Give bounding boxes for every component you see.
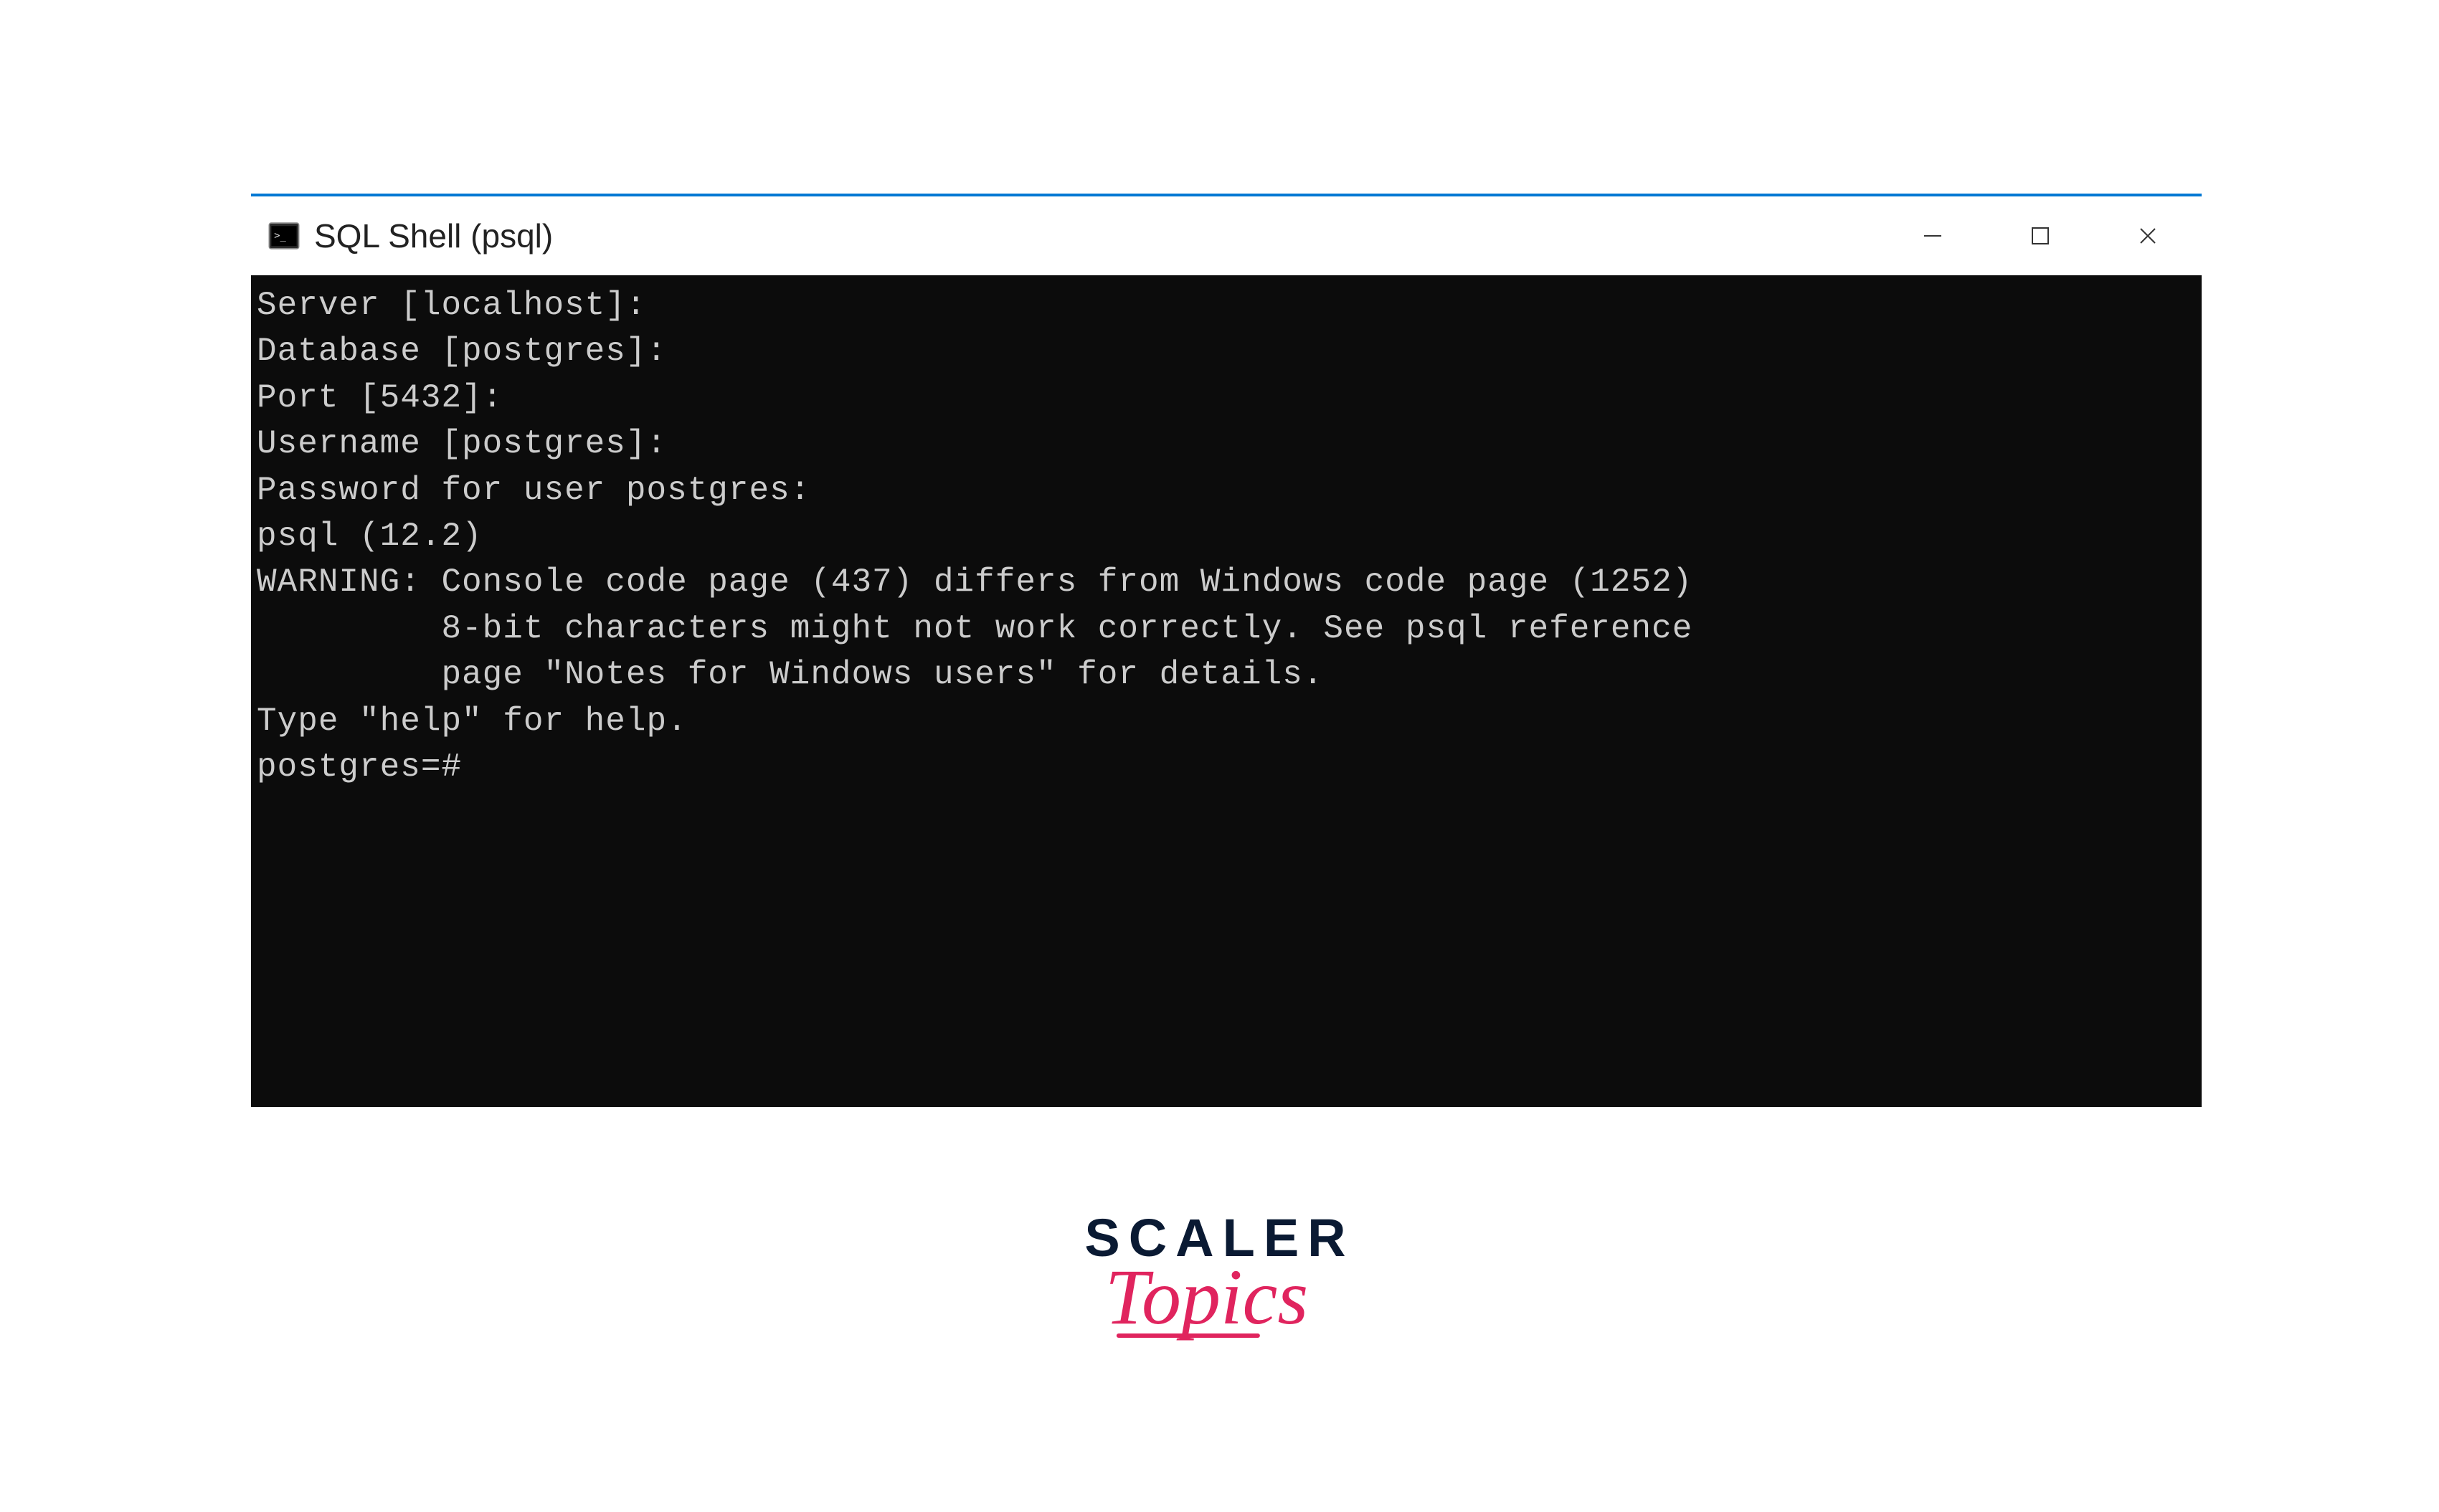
- maximize-button[interactable]: [1986, 196, 2094, 275]
- terminal-output[interactable]: Server [localhost]:Database [postgres]:P…: [251, 275, 2202, 1107]
- svg-text:>_: >_: [274, 230, 286, 242]
- terminal-line: Database [postgres]:: [257, 328, 2196, 374]
- terminal-line: Username [postgres]:: [257, 421, 2196, 467]
- terminal-line: Password for user postgres:: [257, 467, 2196, 513]
- terminal-line: WARNING: Console code page (437) differs…: [257, 559, 2196, 605]
- window-title: SQL Shell (psql): [314, 217, 553, 255]
- console-icon: >_: [268, 220, 300, 252]
- sql-shell-window: >_ SQL Shell (psql) Server [localhost]:D…: [251, 194, 2202, 1107]
- minimize-button[interactable]: [1879, 196, 1986, 275]
- window-controls: [1879, 196, 2202, 275]
- scaler-topics-logo: SCALER Topics: [1084, 1212, 1354, 1338]
- terminal-line: page "Notes for Windows users" for detai…: [257, 652, 2196, 698]
- terminal-line: Port [5432]:: [257, 375, 2196, 421]
- terminal-line: Server [localhost]:: [257, 282, 2196, 328]
- terminal-line: Type "help" for help.: [257, 698, 2196, 744]
- terminal-line: postgres=#: [257, 744, 2196, 790]
- title-bar: >_ SQL Shell (psql): [251, 196, 2202, 275]
- close-button[interactable]: [2094, 196, 2202, 275]
- terminal-line: 8-bit characters might not work correctl…: [257, 606, 2196, 652]
- terminal-line: psql (12.2): [257, 513, 2196, 559]
- brand-script-text: Topics: [1071, 1257, 1341, 1336]
- title-bar-left: >_ SQL Shell (psql): [251, 217, 1879, 255]
- brand-underline: [1117, 1333, 1260, 1338]
